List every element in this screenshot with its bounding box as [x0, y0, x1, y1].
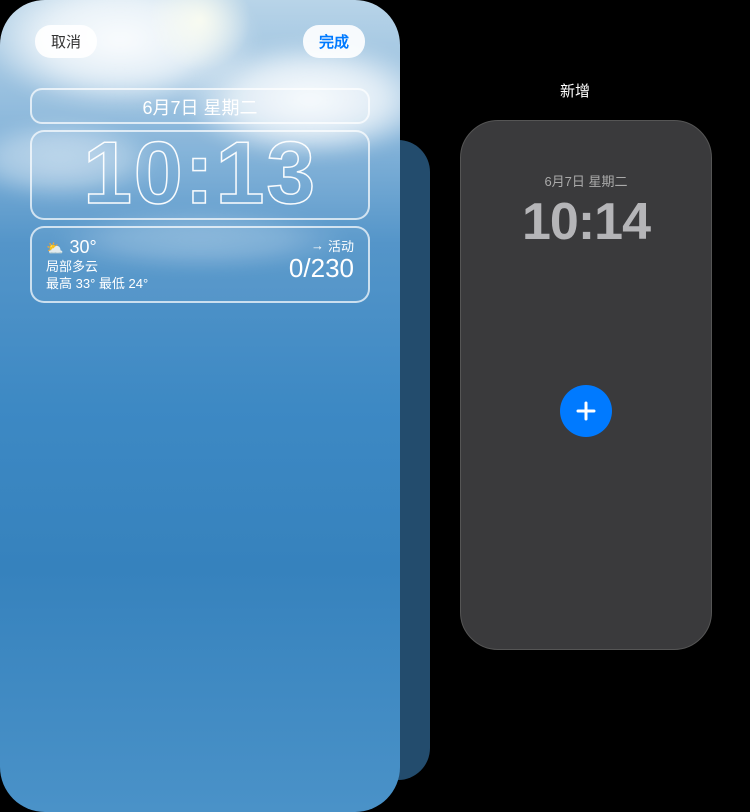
weather-complication: ⛅ 30° 局部多云 最高 33° 最低 24°: [46, 236, 148, 293]
activity-value: 0/230: [289, 255, 354, 281]
plus-icon: [574, 399, 598, 423]
preview-time: 10:14: [522, 192, 650, 252]
activity-complication: → 活动 0/230: [289, 236, 354, 293]
preview-phone[interactable]: 6月7日 星期二 10:14: [460, 120, 712, 650]
weather-condition: 局部多云: [46, 259, 148, 276]
done-button[interactable]: 完成: [303, 25, 365, 58]
preview-date: 6月7日 星期二: [544, 171, 627, 190]
lock-screen-widgets: 6月7日 星期二 10:13 ⛅ 30° 局部多云 最高 33° 最低 24° …: [30, 88, 370, 303]
add-lockscreen-button[interactable]: [560, 385, 612, 437]
cancel-button[interactable]: 取消: [35, 25, 97, 58]
new-lockscreen-section: 新增 6月7日 星期二 10:14: [400, 0, 750, 812]
weather-temp: 30°: [69, 236, 96, 259]
time-widget[interactable]: 10:13: [30, 130, 370, 220]
time-display: 10:13: [40, 127, 360, 217]
editor-toolbar: 取消 完成: [0, 25, 400, 58]
arrow-icon: →: [311, 238, 324, 253]
lock-screen-editor: 取消 完成 6月7日 星期二 10:13 ⛅ 30° 局部多云 最高 33° 最…: [0, 0, 400, 812]
weather-icon: ⛅: [46, 239, 63, 257]
new-label: 新增: [400, 80, 750, 101]
date-text: 6月7日 星期二: [142, 98, 257, 118]
complications-widget[interactable]: ⛅ 30° 局部多云 最高 33° 最低 24° → 活动 0/230: [30, 226, 370, 303]
svg-text:10:13: 10:13: [83, 127, 317, 217]
weather-range: 最高 33° 最低 24°: [46, 276, 148, 293]
date-widget[interactable]: 6月7日 星期二: [30, 88, 370, 124]
